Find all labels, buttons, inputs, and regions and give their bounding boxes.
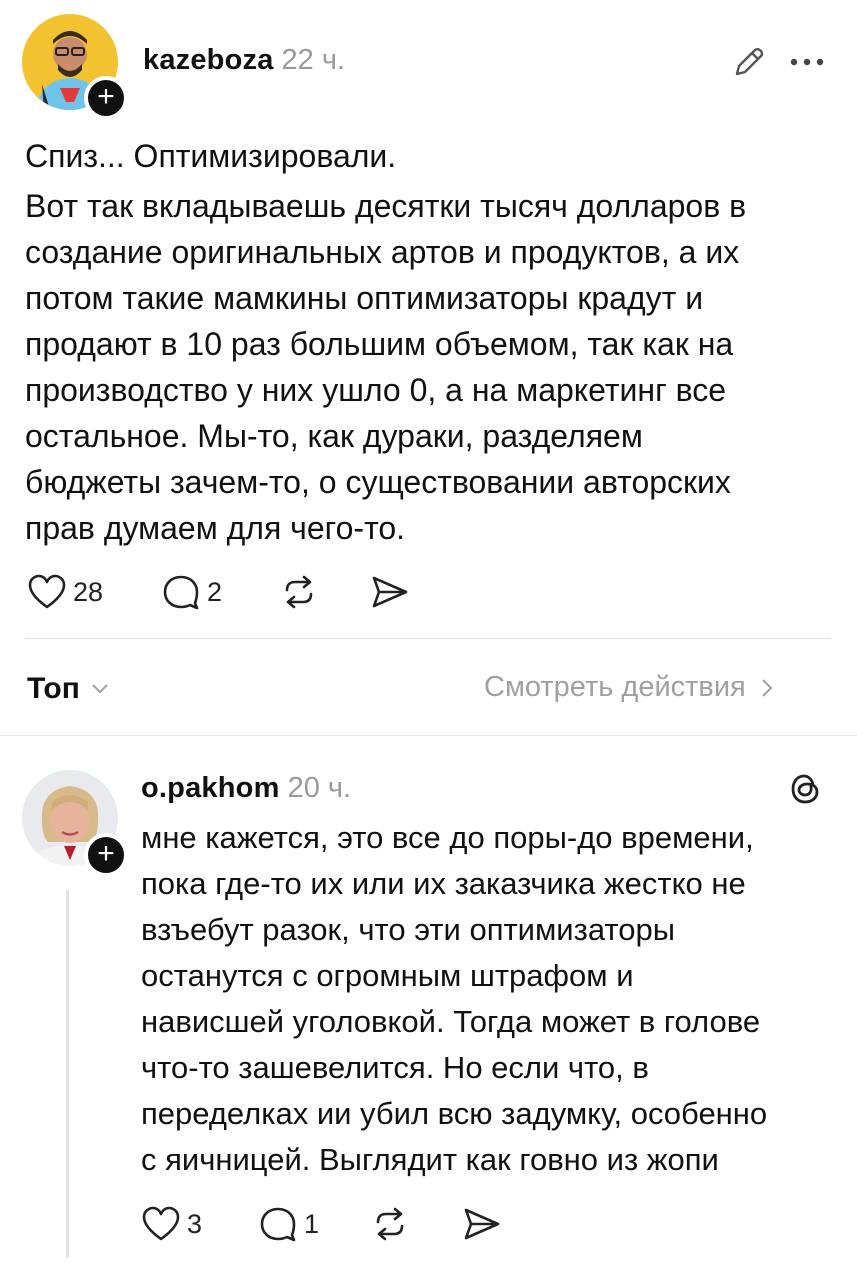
- post-line: Вот так вкладываешь десятки тысяч доллар…: [25, 188, 747, 224]
- like-count: 28: [73, 576, 104, 607]
- comment-button[interactable]: 2: [161, 573, 222, 611]
- chevron-right-icon: [760, 677, 774, 699]
- reply-username[interactable]: o.pakhom: [141, 772, 280, 804]
- comment-icon: [161, 573, 201, 611]
- like-button[interactable]: 28: [27, 573, 103, 611]
- reply-author-line: o.pakhom 20 ч.: [141, 772, 351, 805]
- view-activity-label: Смотреть действия: [484, 671, 746, 703]
- post-line: производство у них ушло 0, а на маркетин…: [25, 372, 727, 408]
- post-body: Спиз... Оптимизировали. Вот так вкладыва…: [25, 133, 825, 551]
- like-count: 3: [187, 1208, 203, 1239]
- reply-body: мне кажется, это все до поры-до времени,…: [141, 815, 841, 1183]
- pencil-icon[interactable]: [731, 44, 767, 80]
- divider: [25, 638, 831, 639]
- reply-line: взъебут разок, что эти оптимизаторы: [141, 912, 676, 947]
- post-line: продают в 10 раз большим объемом, так ка…: [25, 326, 734, 362]
- reply-time: 20 ч.: [287, 772, 352, 804]
- send-icon[interactable]: [462, 1206, 502, 1242]
- threads-icon[interactable]: [787, 771, 823, 807]
- send-icon[interactable]: [370, 574, 410, 610]
- follow-button[interactable]: +: [84, 76, 128, 120]
- post-line: создание оригинальных артов и продуктов,…: [25, 234, 740, 270]
- reply-count: 1: [304, 1208, 320, 1239]
- plus-icon: +: [97, 837, 115, 870]
- repost-icon[interactable]: [279, 574, 319, 610]
- comment-icon: [258, 1205, 298, 1243]
- post-time: 22 ч.: [281, 44, 346, 76]
- reply-line: что-то зашевелится. Но если что, в: [141, 1050, 649, 1085]
- divider: [0, 735, 857, 736]
- thread-line: [66, 890, 69, 1258]
- more-icon[interactable]: [789, 56, 825, 68]
- view-activity-link[interactable]: Смотреть действия: [484, 671, 774, 704]
- reply-line: нависшей уголовкой. Тогда может в голове: [141, 1004, 761, 1039]
- reply-line: переделках ии убил всю задумку, особенно: [141, 1096, 768, 1131]
- reply-line: пока где-то их или их заказчика жестко н…: [141, 866, 746, 901]
- heart-icon: [141, 1205, 181, 1243]
- like-button[interactable]: 3: [141, 1205, 202, 1243]
- post-author-line: kazeboza 22 ч.: [143, 44, 345, 77]
- reply-count: 2: [207, 576, 223, 607]
- post-line: остальное. Мы-то, как дураки, разделяем: [25, 418, 643, 454]
- post-line: прав думаем для чего-то.: [25, 510, 406, 546]
- plus-icon: +: [97, 80, 115, 113]
- sort-label: Топ: [27, 672, 80, 705]
- heart-icon: [27, 573, 67, 611]
- reply-line: останутся с огромным штрафом и: [141, 958, 634, 993]
- post-line: бюджеты зачем-то, о существовании авторс…: [25, 464, 731, 500]
- sort-selector[interactable]: Топ: [27, 672, 110, 706]
- post-username[interactable]: kazeboza: [143, 44, 274, 76]
- follow-button[interactable]: +: [84, 833, 128, 877]
- post-title-line: Спиз... Оптимизировали.: [25, 138, 397, 174]
- repost-icon[interactable]: [370, 1206, 410, 1242]
- comment-button[interactable]: 1: [258, 1205, 319, 1243]
- post-line: потом такие мамкины оптимизаторы крадут …: [25, 280, 704, 316]
- reply-line: с яичницей. Выглядит как говно из жопи: [141, 1142, 719, 1177]
- chevron-down-icon: [90, 682, 110, 696]
- reply-line: мне кажется, это все до поры-до времени,: [141, 820, 754, 855]
